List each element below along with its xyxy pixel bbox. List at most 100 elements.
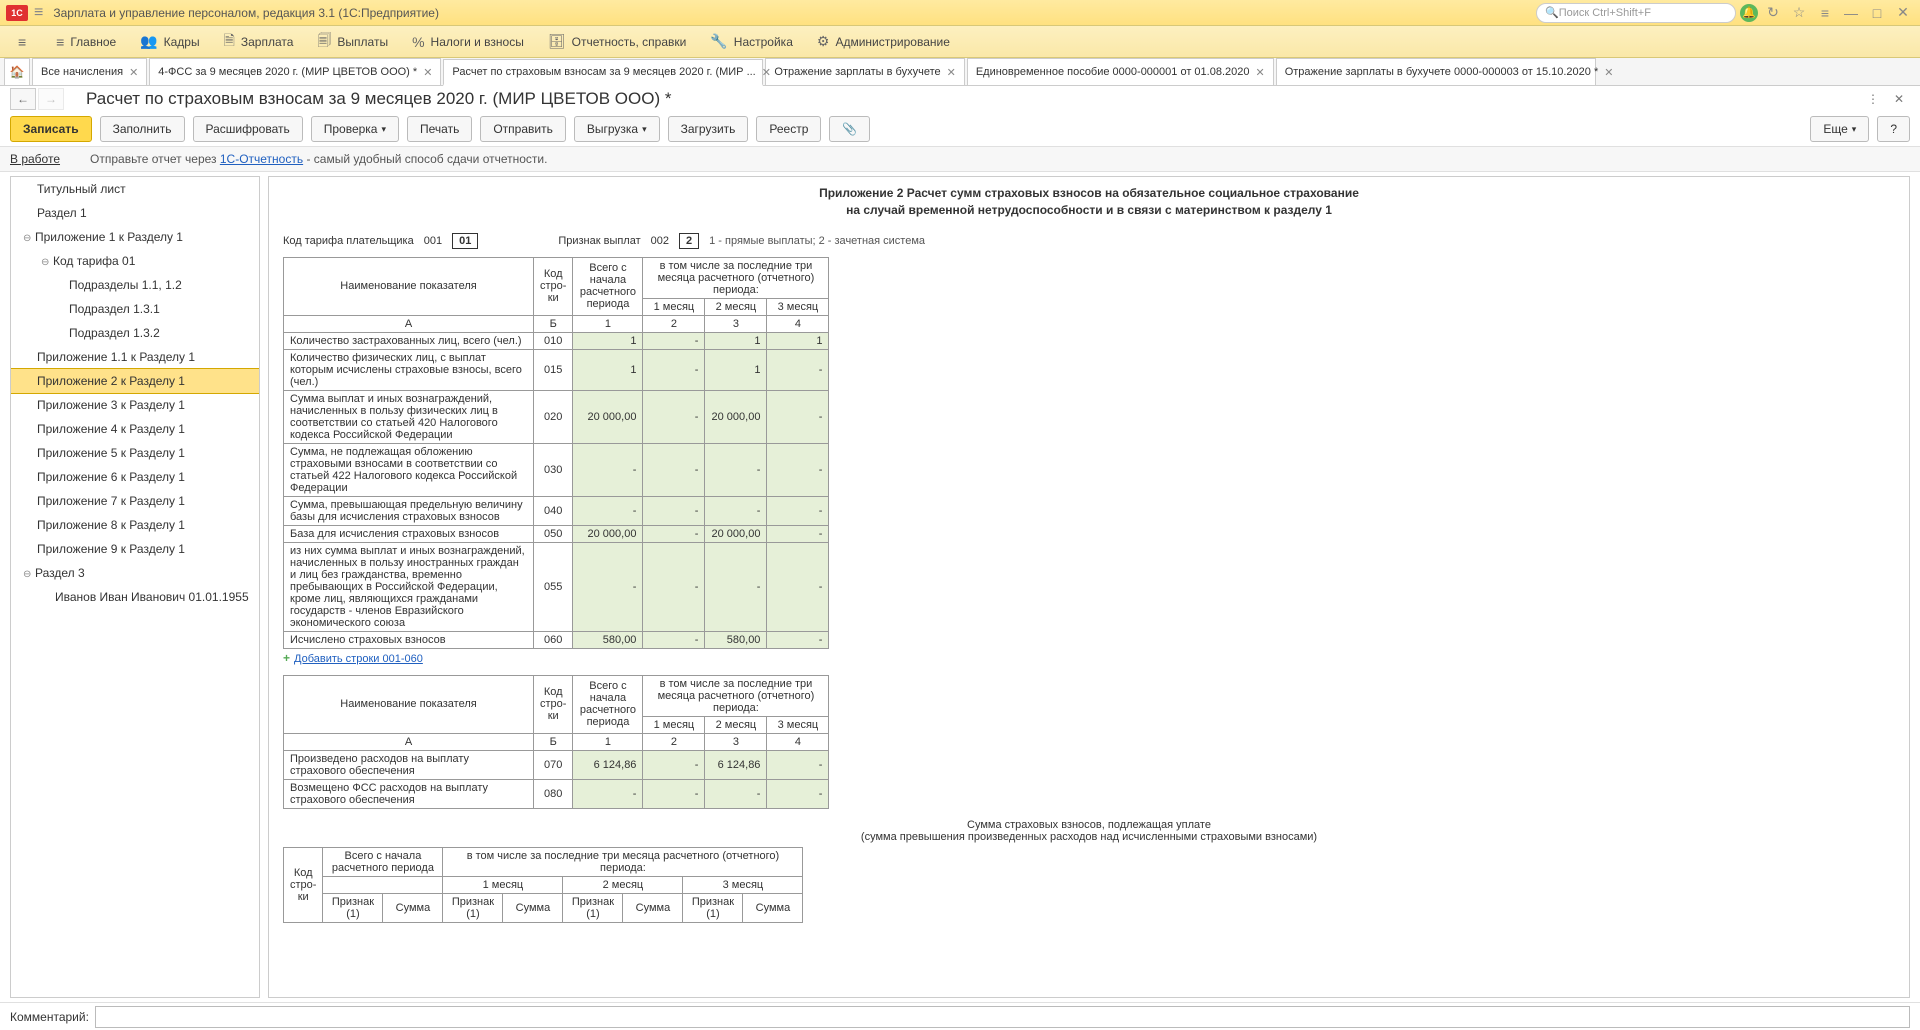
status-link[interactable]: 1С-Отчетность xyxy=(220,152,303,166)
tree-node[interactable]: Иванов Иван Иванович 01.01.1955 xyxy=(11,585,259,609)
history-icon[interactable]: ↻ xyxy=(1762,2,1784,24)
tree-node[interactable]: Приложение 7 к Разделу 1 xyxy=(11,489,259,513)
cell-m3[interactable]: - xyxy=(767,349,829,390)
main-menu-burger[interactable]: ≡ xyxy=(6,26,44,57)
tree-node[interactable]: Приложение 8 к Разделу 1 xyxy=(11,513,259,537)
close-page-icon[interactable]: ✕ xyxy=(1888,88,1910,110)
twisty-icon[interactable]: ⊖ xyxy=(23,233,35,244)
section-tree[interactable]: Титульный листРаздел 1⊖Приложение 1 к Ра… xyxy=(10,176,260,998)
upload-button[interactable]: Выгрузка▾ xyxy=(574,116,660,142)
tree-node[interactable]: Подраздел 1.3.2 xyxy=(11,321,259,345)
document-tab[interactable]: Отражение зарплаты в бухучете✕ xyxy=(765,58,964,85)
main-menu-item[interactable]: 👥Кадры xyxy=(128,26,211,57)
restore-icon[interactable]: □ xyxy=(1866,2,1888,24)
status-label[interactable]: В работе xyxy=(10,152,60,166)
document-tab[interactable]: Отражение зарплаты в бухучете 0000-00000… xyxy=(1276,58,1596,85)
cell-m3[interactable]: - xyxy=(767,525,829,542)
main-menu-item[interactable]: 🔧Настройка xyxy=(698,26,805,57)
hamburger-icon[interactable]: ≡ xyxy=(34,4,43,22)
tree-node[interactable]: Подразделы 1.1, 1.2 xyxy=(11,273,259,297)
close-icon[interactable]: ✕ xyxy=(1255,66,1264,79)
tree-node[interactable]: Приложение 5 к Разделу 1 xyxy=(11,441,259,465)
send-button[interactable]: Отправить xyxy=(480,116,566,142)
cell-m1[interactable]: - xyxy=(643,525,705,542)
document-tab[interactable]: 4-ФСС за 9 месяцев 2020 г. (МИР ЦВЕТОВ О… xyxy=(149,58,441,85)
tree-node[interactable]: Приложение 1.1 к Разделу 1 xyxy=(11,345,259,369)
back-button[interactable]: ← xyxy=(10,88,36,110)
cell-m3[interactable]: - xyxy=(767,496,829,525)
cell-total[interactable]: - xyxy=(573,496,643,525)
cell-total[interactable]: - xyxy=(573,542,643,631)
cell-m1[interactable]: - xyxy=(643,779,705,808)
document-tab[interactable]: Единовременное пособие 0000-000001 от 01… xyxy=(967,58,1274,85)
menu-lines-icon[interactable]: ≡ xyxy=(1814,2,1836,24)
close-icon[interactable]: ✕ xyxy=(1604,66,1613,79)
cell-total[interactable]: 1 xyxy=(573,332,643,349)
kebab-icon[interactable]: ⋮ xyxy=(1862,88,1884,110)
add-rows-link[interactable]: Добавить строки 001-060 xyxy=(294,653,423,665)
global-search[interactable]: 🔍 Поиск Ctrl+Shift+F xyxy=(1536,3,1736,23)
sign-value[interactable]: 2 xyxy=(679,233,699,249)
cell-m1[interactable]: - xyxy=(643,750,705,779)
main-menu-item[interactable]: %Налоги и взносы xyxy=(400,26,536,57)
tree-node[interactable]: Раздел 1 xyxy=(11,201,259,225)
help-button[interactable]: ? xyxy=(1877,116,1910,142)
main-menu-item[interactable]: ⚙Администрирование xyxy=(805,26,962,57)
more-button[interactable]: Еще▾ xyxy=(1810,116,1869,142)
document-tab[interactable]: Расчет по страховым взносам за 9 месяцев… xyxy=(443,59,763,86)
cell-m2[interactable]: - xyxy=(705,779,767,808)
close-icon[interactable]: ✕ xyxy=(129,66,138,79)
close-icon[interactable]: ✕ xyxy=(947,66,956,79)
load-button[interactable]: Загрузить xyxy=(668,116,749,142)
main-menu-item[interactable]: 🗎Зарплата xyxy=(212,26,306,57)
bell-icon[interactable]: 🔔 xyxy=(1740,4,1758,22)
minimize-icon[interactable]: — xyxy=(1840,2,1862,24)
close-app-icon[interactable]: ✕ xyxy=(1892,2,1914,24)
cell-m2[interactable]: - xyxy=(705,496,767,525)
cell-m3[interactable]: - xyxy=(767,750,829,779)
close-icon[interactable]: ✕ xyxy=(423,66,432,79)
main-menu-item[interactable]: ≡Главное xyxy=(44,26,128,57)
cell-total[interactable]: - xyxy=(573,779,643,808)
cell-m1[interactable]: - xyxy=(643,443,705,496)
tree-node[interactable]: Приложение 2 к Разделу 1 xyxy=(11,369,259,393)
cell-m1[interactable]: - xyxy=(643,349,705,390)
cell-total[interactable]: 580,00 xyxy=(573,631,643,648)
cell-m3[interactable]: - xyxy=(767,542,829,631)
cell-total[interactable]: 1 xyxy=(573,349,643,390)
cell-m2[interactable]: - xyxy=(705,443,767,496)
cell-m1[interactable]: - xyxy=(643,390,705,443)
star-icon[interactable]: ☆ xyxy=(1788,2,1810,24)
home-tab[interactable]: 🏠 xyxy=(4,58,30,85)
fill-button[interactable]: Заполнить xyxy=(100,116,185,142)
tree-node[interactable]: Приложение 3 к Разделу 1 xyxy=(11,393,259,417)
cell-m2[interactable]: 20 000,00 xyxy=(705,525,767,542)
tree-node[interactable]: Приложение 4 к Разделу 1 xyxy=(11,417,259,441)
tree-node[interactable]: ⊖Приложение 1 к Разделу 1 xyxy=(11,225,259,249)
cell-m1[interactable]: - xyxy=(643,542,705,631)
check-button[interactable]: Проверка▾ xyxy=(311,116,399,142)
forward-button[interactable]: → xyxy=(38,88,64,110)
decode-button[interactable]: Расшифровать xyxy=(193,116,303,142)
cell-m2[interactable]: - xyxy=(705,542,767,631)
cell-m1[interactable]: - xyxy=(643,332,705,349)
main-menu-item[interactable]: 🗐Выплаты xyxy=(305,26,400,57)
cell-m3[interactable]: - xyxy=(767,390,829,443)
cell-total[interactable]: 6 124,86 xyxy=(573,750,643,779)
comment-input[interactable] xyxy=(95,1006,1910,1028)
cell-total[interactable]: 20 000,00 xyxy=(573,390,643,443)
cell-total[interactable]: 20 000,00 xyxy=(573,525,643,542)
document-tab[interactable]: Все начисления✕ xyxy=(32,58,147,85)
tree-node[interactable]: Приложение 9 к Разделу 1 xyxy=(11,537,259,561)
twisty-icon[interactable]: ⊖ xyxy=(41,257,53,268)
attach-button[interactable]: 📎 xyxy=(829,116,870,142)
tree-node[interactable]: ⊖Код тарифа 01 xyxy=(11,249,259,273)
twisty-icon[interactable]: ⊖ xyxy=(23,569,35,580)
tree-node[interactable]: Подраздел 1.3.1 xyxy=(11,297,259,321)
tarif-value[interactable]: 01 xyxy=(452,233,478,249)
close-icon[interactable]: ✕ xyxy=(762,66,771,79)
tree-node[interactable]: Приложение 6 к Разделу 1 xyxy=(11,465,259,489)
plus-icon[interactable]: + xyxy=(283,651,290,665)
cell-m2[interactable]: 20 000,00 xyxy=(705,390,767,443)
cell-total[interactable]: - xyxy=(573,443,643,496)
